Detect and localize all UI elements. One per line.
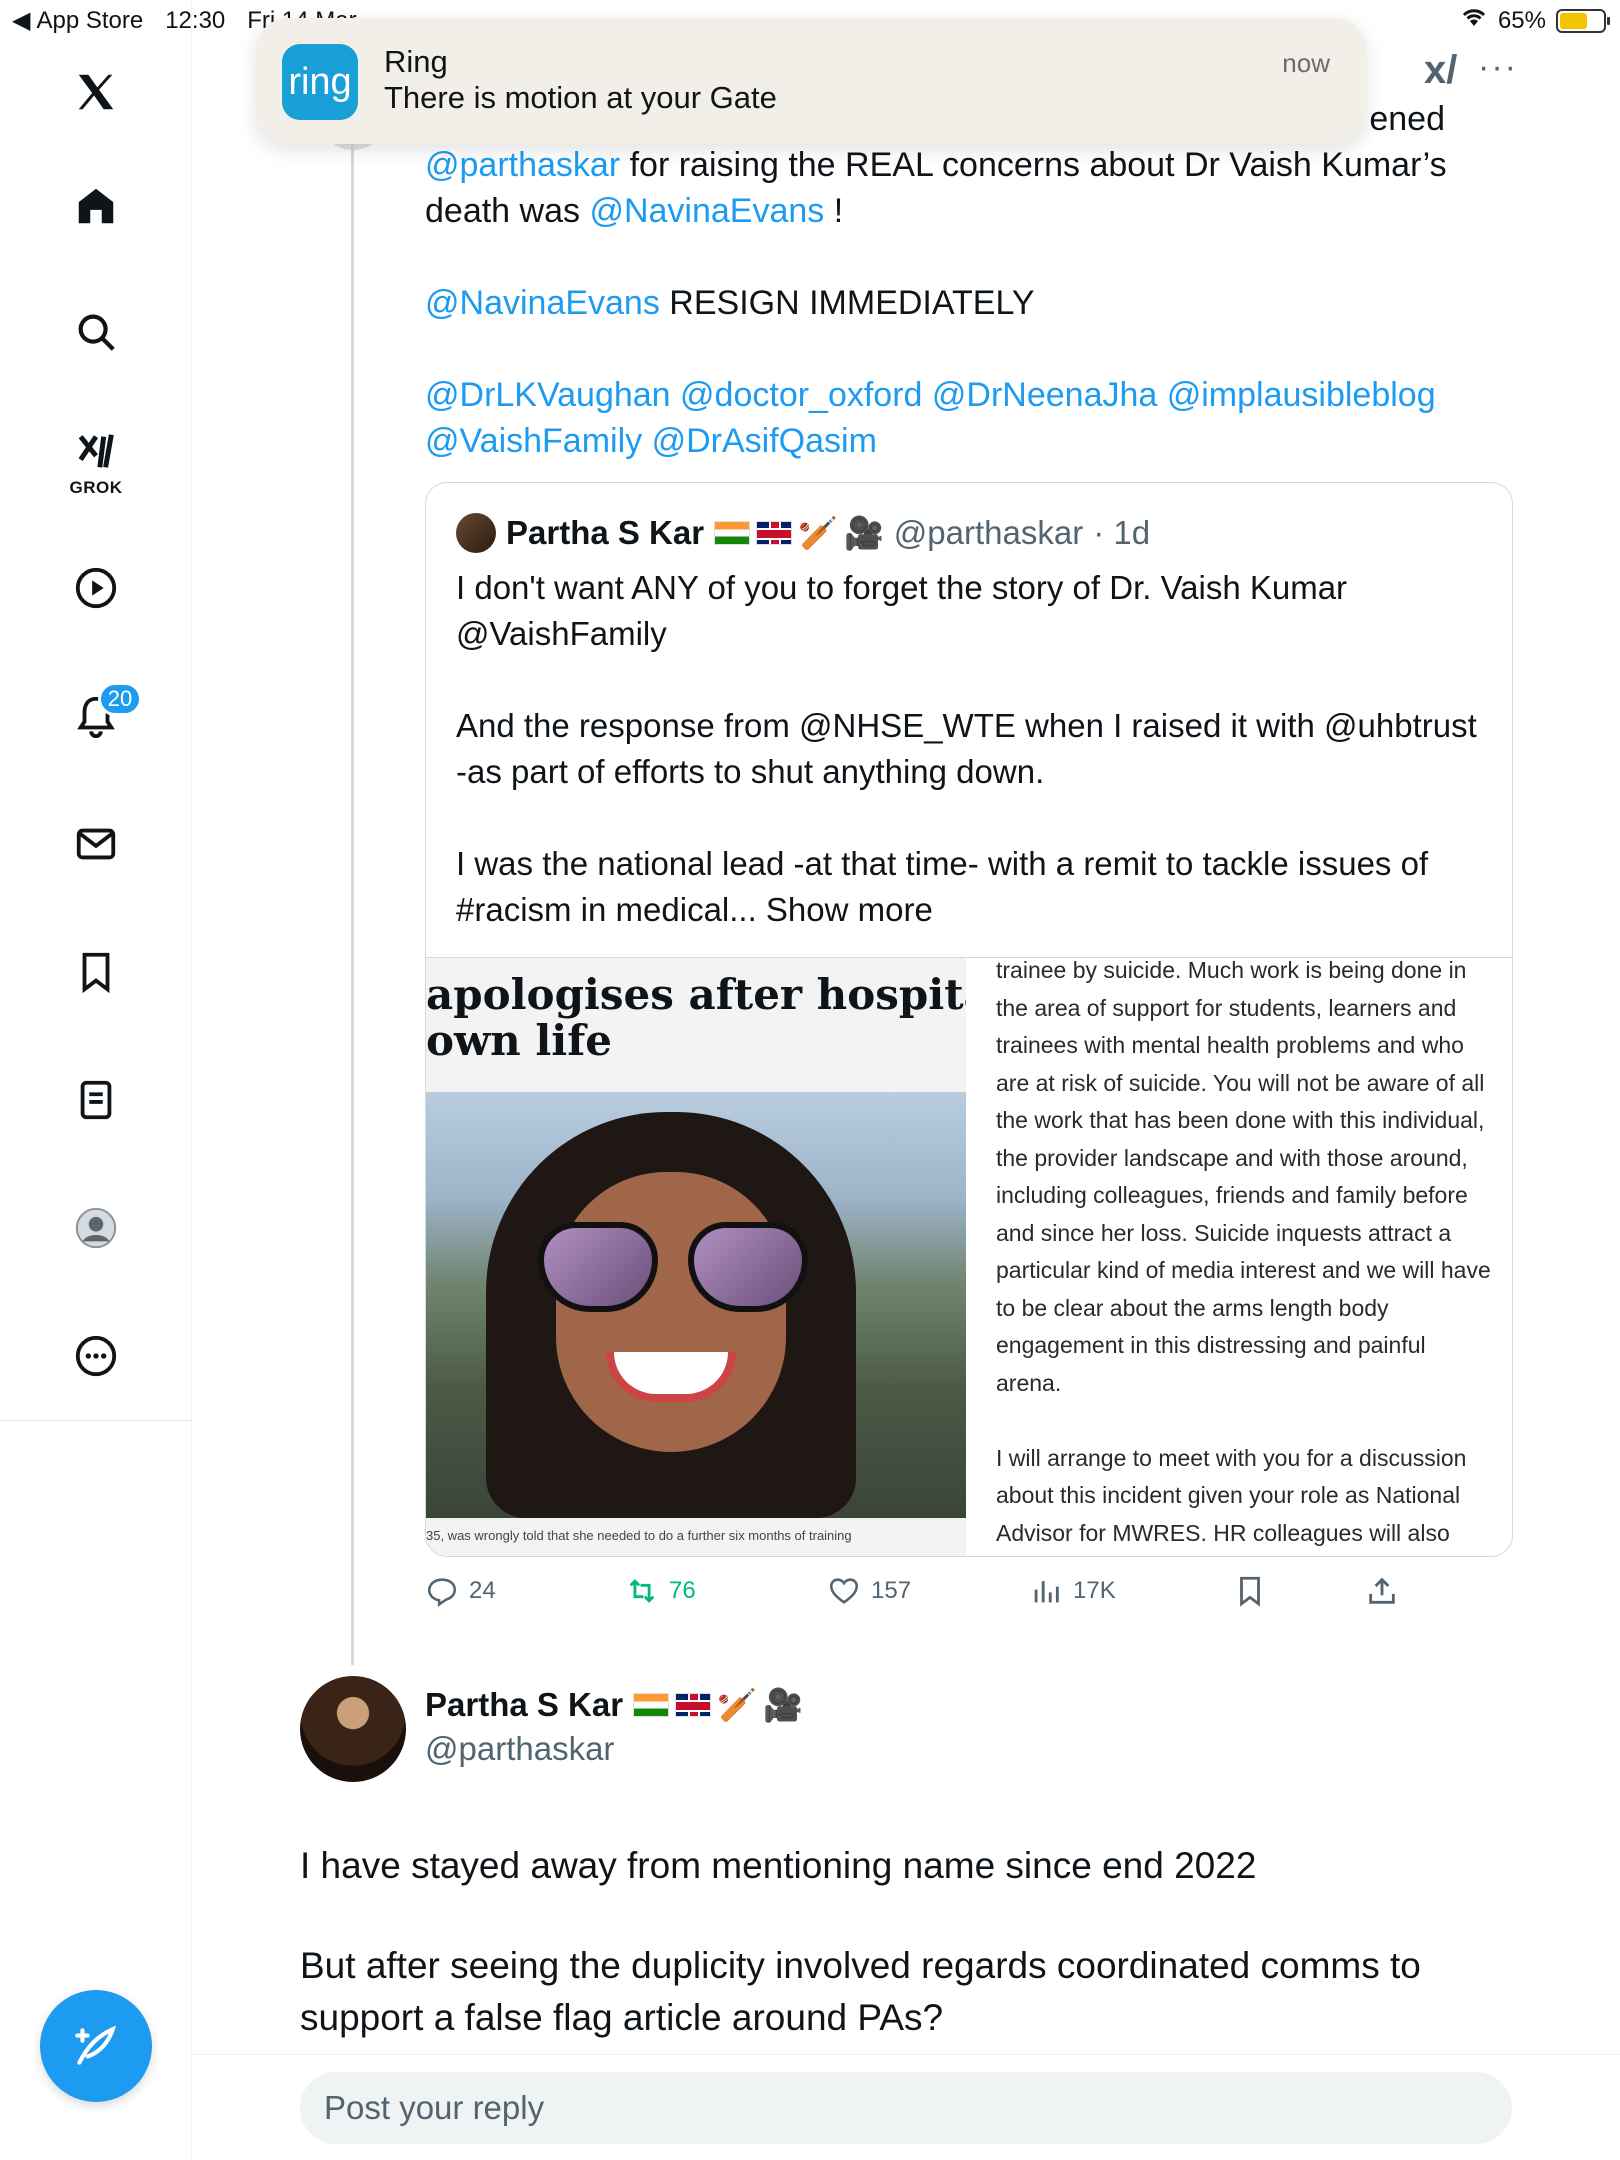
share-icon bbox=[1369, 1577, 1395, 1604]
reply-paragraph: But after seeing the duplicity involved … bbox=[300, 1945, 1421, 2038]
name-emojis: 🏏 🎥 bbox=[633, 1689, 803, 1721]
photo-caption: 35, was wrongly told that she needed to … bbox=[426, 1528, 852, 1543]
uk-flag-icon bbox=[675, 1693, 712, 1717]
thread-line bbox=[351, 140, 354, 1665]
mention-link[interactable]: @parthaskar bbox=[425, 146, 620, 184]
heart-icon bbox=[829, 1578, 859, 1604]
headline-line: own life bbox=[426, 1016, 613, 1064]
grok-label: GROK bbox=[69, 478, 123, 497]
portrait-photo bbox=[426, 1092, 966, 1518]
name-emojis: 🏏 🎥 bbox=[714, 517, 884, 549]
notification-message: There is motion at your Gate bbox=[384, 80, 777, 115]
reply-author-name[interactable]: Partha S Kar bbox=[425, 1686, 623, 1724]
lists-icon[interactable] bbox=[66, 1070, 126, 1130]
cricket-icon: 🏏 bbox=[717, 1687, 757, 1723]
sidebar: GROK 20 bbox=[0, 0, 192, 2160]
headline-line: apologises after hospital do bbox=[426, 972, 966, 1019]
mentions-list[interactable]: @DrLKVaughan @doctor_oxford @DrNeenaJha … bbox=[425, 372, 1535, 464]
search-icon[interactable] bbox=[66, 302, 126, 362]
view-count: 17K bbox=[1073, 1577, 1116, 1604]
tweet-body: ened @parthaskar for raising the REAL co… bbox=[425, 96, 1535, 510]
quoted-post[interactable]: Partha S Kar 🏏 🎥 @parthaskar · 1d I don'… bbox=[425, 482, 1513, 1557]
reply-button[interactable]: 24 bbox=[425, 1574, 496, 1608]
movie-camera-icon: 🎥 bbox=[843, 515, 884, 551]
lens-left bbox=[538, 1222, 658, 1312]
like-button[interactable]: 157 bbox=[827, 1574, 911, 1608]
bookmark-button[interactable] bbox=[1233, 1574, 1267, 1608]
india-flag-icon bbox=[714, 521, 751, 545]
repost-count: 76 bbox=[669, 1577, 696, 1604]
share-button[interactable] bbox=[1365, 1574, 1399, 1608]
battery-percent: 65% bbox=[1497, 6, 1546, 34]
quoted-avatar[interactable] bbox=[456, 513, 496, 553]
bookmarks-icon[interactable] bbox=[66, 942, 126, 1002]
profile-avatar-icon[interactable] bbox=[66, 1198, 126, 1258]
like-count: 157 bbox=[871, 1577, 912, 1604]
quoted-post-text: I don't want ANY of you to forget the st… bbox=[456, 565, 1486, 979]
sunglasses bbox=[538, 1222, 808, 1312]
notification-time: now bbox=[1282, 48, 1330, 78]
letter-text: trainee by suicide. Much work is being d… bbox=[996, 958, 1496, 1556]
ring-icon-text: ring bbox=[288, 60, 352, 103]
home-icon[interactable] bbox=[66, 176, 126, 236]
uk-flag-icon bbox=[756, 521, 793, 545]
x-logo-icon[interactable] bbox=[66, 62, 126, 122]
repost-button[interactable]: 76 bbox=[625, 1574, 696, 1608]
mention-link[interactable]: @NavinaEvans bbox=[425, 284, 660, 322]
quoted-timestamp: · 1d bbox=[1093, 514, 1151, 551]
sidebar-divider bbox=[0, 1420, 192, 1421]
compose-post-button[interactable] bbox=[40, 1990, 152, 2102]
mention-link[interactable]: @NavinaEvans bbox=[589, 192, 824, 230]
quoted-paragraph: I don't want ANY of you to forget the st… bbox=[456, 569, 1348, 652]
reply-icon bbox=[427, 1578, 457, 1607]
composer-divider bbox=[192, 2054, 1620, 2055]
quoted-media[interactable]: apologises after hospital do own life 35… bbox=[426, 957, 1512, 1556]
reply-author-row: Partha S Kar 🏏 🎥 bbox=[425, 1686, 803, 1724]
letter-paragraph: I will arrange to meet with you for a di… bbox=[996, 1444, 1467, 1546]
battery-icon bbox=[1556, 8, 1610, 33]
face bbox=[556, 1172, 786, 1452]
more-header-icon[interactable]: ··· bbox=[1478, 48, 1518, 87]
cricket-icon: 🏏 bbox=[798, 515, 838, 551]
movie-camera-icon: 🎥 bbox=[762, 1687, 803, 1723]
quoted-paragraph-show-more[interactable]: I was the national lead -at that time- w… bbox=[456, 841, 1486, 933]
repost-icon bbox=[629, 1579, 655, 1603]
tweet-text: ! bbox=[824, 192, 844, 230]
reply-author-avatar[interactable] bbox=[300, 1676, 406, 1782]
grok-icon[interactable] bbox=[66, 422, 126, 482]
quoted-paragraph: And the response from @NHSE_WTE when I r… bbox=[456, 707, 1477, 790]
reply-paragraph: I have stayed away from mentioning name … bbox=[300, 1845, 1257, 1886]
face-illustration bbox=[486, 1112, 856, 1518]
news-screenshot-image[interactable]: apologises after hospital do own life 35… bbox=[426, 958, 966, 1556]
reply-input-placeholder: Post your reply bbox=[324, 2089, 545, 2126]
compose-feather-icon bbox=[75, 2025, 117, 2065]
notification-title: Ring bbox=[384, 44, 448, 79]
views-button[interactable]: 17K bbox=[1029, 1574, 1116, 1608]
wifi-icon bbox=[1460, 6, 1488, 35]
notifications-badge: 20 bbox=[98, 682, 142, 716]
video-icon[interactable] bbox=[66, 558, 126, 618]
india-flag-icon bbox=[633, 1693, 670, 1717]
ring-app-icon: ring bbox=[282, 44, 358, 120]
reply-input[interactable]: Post your reply bbox=[300, 2072, 1512, 2144]
grok-header-icon[interactable]: x/ bbox=[1424, 48, 1457, 93]
reply-author-handle[interactable]: @parthaskar bbox=[425, 1730, 614, 1768]
letter-paragraph: trainee by suicide. Much work is being d… bbox=[996, 958, 1491, 1396]
quoted-author-name[interactable]: Partha S Kar bbox=[506, 514, 704, 552]
messages-icon[interactable] bbox=[66, 814, 126, 874]
ring-notification-banner[interactable]: ring Ring There is motion at your Gate n… bbox=[256, 18, 1366, 144]
news-headline: apologises after hospital do own life bbox=[426, 972, 966, 1064]
views-icon bbox=[1034, 1581, 1059, 1603]
lens-right bbox=[688, 1222, 808, 1312]
quoted-post-header: Partha S Kar 🏏 🎥 @parthaskar · 1d bbox=[456, 513, 1150, 553]
letter-screenshot-image[interactable]: trainee by suicide. Much work is being d… bbox=[966, 958, 1512, 1556]
reply-count: 24 bbox=[469, 1577, 496, 1604]
quoted-author-handle[interactable]: @parthaskar bbox=[894, 514, 1083, 552]
bookmark-icon bbox=[1240, 1576, 1260, 1607]
action-bar: 24 76 157 17K bbox=[425, 1574, 1425, 1620]
tweet-text: RESIGN IMMEDIATELY bbox=[659, 284, 1035, 322]
more-options-icon[interactable] bbox=[66, 1326, 126, 1386]
